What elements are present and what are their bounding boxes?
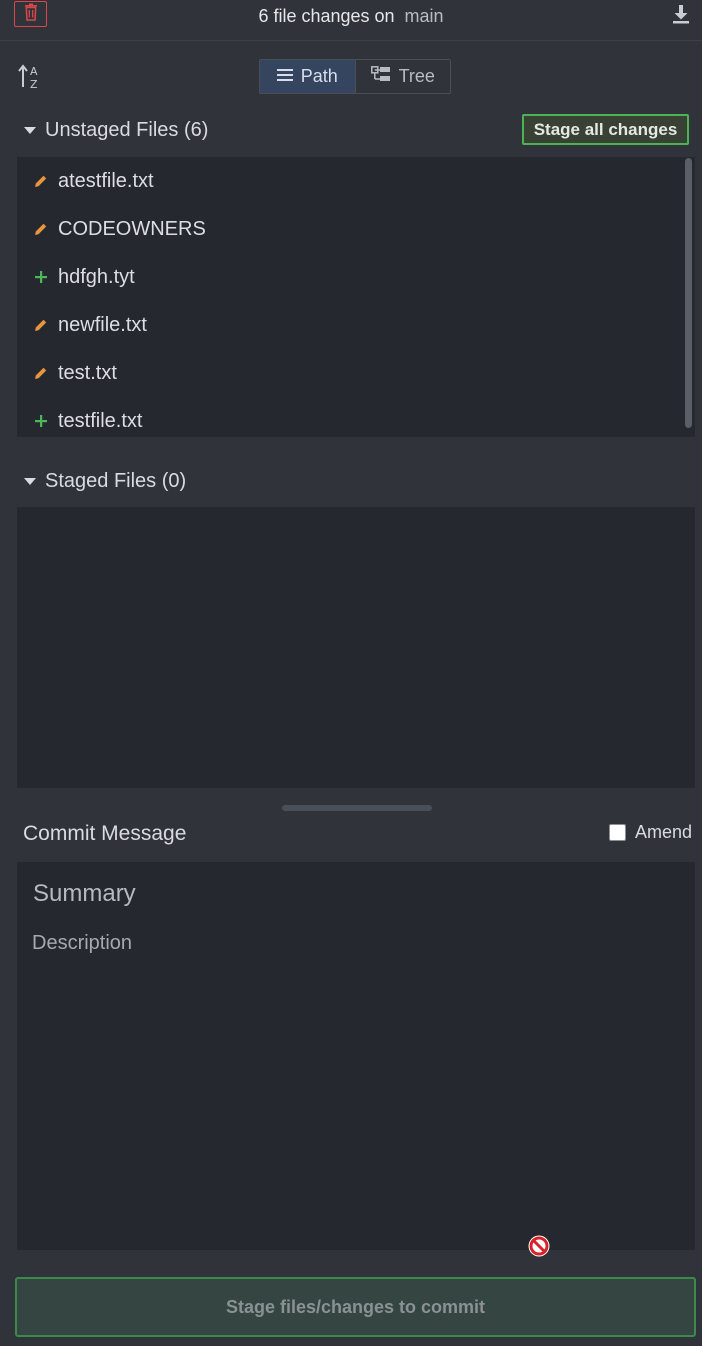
view-tree-label: Tree — [398, 66, 435, 86]
commit-button[interactable]: Stage files/changes to commit — [15, 1277, 696, 1337]
commit-message-label: Commit Message — [23, 822, 187, 845]
pencil-icon — [33, 365, 49, 381]
amend-label: Amend — [635, 822, 693, 842]
staged-title: Staged Files (0) — [45, 469, 187, 492]
panel-header: 6 file changes on main — [0, 0, 702, 41]
change-count-text: 6 file changes on — [258, 6, 395, 26]
list-icon — [276, 66, 293, 87]
checkbox-box[interactable] — [609, 824, 626, 841]
stage-all-button[interactable]: Stage all changes — [522, 114, 689, 145]
caret-down-icon — [24, 126, 36, 134]
file-list-scrollbar[interactable] — [685, 158, 692, 428]
file-row[interactable]: CODEOWNERS — [17, 205, 695, 253]
plus-icon — [33, 269, 49, 285]
file-row[interactable]: hdfgh.tyt — [17, 253, 695, 301]
file-row[interactable]: atestfile.txt — [17, 157, 695, 205]
description-input[interactable]: Description — [32, 932, 132, 955]
tree-icon — [370, 66, 391, 87]
file-row[interactable]: testfile.txt — [17, 397, 695, 437]
svg-text:Z: Z — [30, 78, 38, 91]
unstaged-file-list: atestfile.txt CODEOWNERS hdfgh.tyt newfi… — [17, 157, 695, 437]
file-name: testfile.txt — [58, 409, 143, 432]
file-name: hdfgh.tyt — [58, 265, 135, 288]
sort-alpha-icon: A Z — [18, 64, 44, 95]
pencil-icon — [33, 173, 49, 189]
branch-name: main — [404, 6, 444, 26]
view-path-button[interactable]: Path — [260, 60, 355, 93]
commit-panel: 6 file changes on main A Z Path Tree Uns… — [0, 0, 702, 1346]
header-title: 6 file changes on main — [0, 6, 702, 27]
download-button[interactable] — [668, 3, 694, 29]
unstaged-section-toggle[interactable]: Unstaged Files (6) — [22, 116, 208, 144]
pencil-icon — [33, 221, 49, 237]
unstaged-title: Unstaged Files (6) — [45, 118, 209, 141]
file-name: CODEOWNERS — [58, 217, 206, 240]
file-name: newfile.txt — [58, 313, 147, 336]
amend-checkbox[interactable]: Amend — [609, 822, 692, 843]
resize-handle[interactable] — [282, 805, 432, 811]
view-path-label: Path — [300, 66, 338, 86]
caret-down-icon — [24, 477, 36, 485]
sort-button[interactable]: A Z — [18, 63, 44, 91]
pencil-icon — [33, 317, 49, 333]
file-name: test.txt — [58, 361, 117, 384]
svg-text:A: A — [30, 65, 38, 78]
staged-file-list — [17, 507, 695, 788]
staged-section-toggle[interactable]: Staged Files (0) — [22, 467, 186, 495]
summary-input[interactable]: Summary — [33, 880, 136, 908]
download-icon — [672, 4, 690, 29]
file-row[interactable]: newfile.txt — [17, 301, 695, 349]
plus-icon — [33, 413, 49, 429]
commit-message-editor: Summary Description — [17, 862, 695, 1250]
not-allowed-cursor-icon — [527, 1234, 551, 1258]
file-name: atestfile.txt — [58, 169, 154, 192]
view-tree-button[interactable]: Tree — [354, 60, 451, 93]
file-row[interactable]: test.txt — [17, 349, 695, 397]
view-toggle: Path Tree — [259, 59, 451, 94]
